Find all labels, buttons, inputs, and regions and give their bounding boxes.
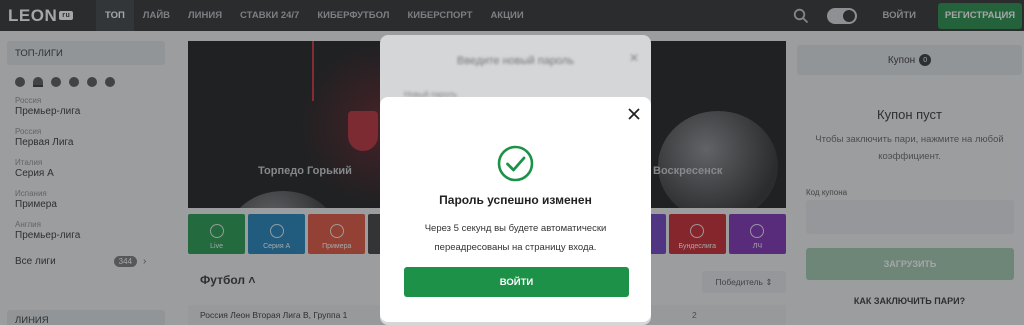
success-modal: Пароль успешно изменен Через 5 секунд вы… <box>380 97 651 322</box>
success-title: Пароль успешно изменен <box>439 193 592 207</box>
password-reset-title: Введите новый пароль <box>457 55 574 67</box>
success-message: Через 5 секунд вы будете автоматически п… <box>424 223 607 253</box>
close-icon: ✕ <box>628 51 639 65</box>
close-icon[interactable] <box>627 107 641 121</box>
check-circle-icon <box>497 145 534 182</box>
login-button[interactable]: ВОЙТИ <box>404 267 629 297</box>
